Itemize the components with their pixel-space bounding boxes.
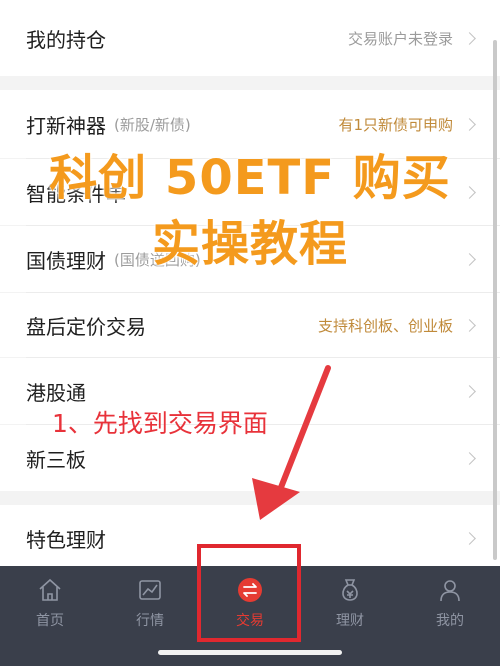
chevron-right-icon [463, 531, 476, 545]
login-status: 交易账户未登录 [347, 29, 453, 48]
menu-item-label: 新三板 [26, 447, 86, 472]
chevron-right-icon [463, 451, 476, 465]
chart-icon [139, 580, 161, 600]
step-annotation: 1、先找到交易界面 [52, 409, 268, 438]
menu-item-sub: (国债逆回购) [114, 250, 201, 269]
tab-profile[interactable]: 我的 [400, 566, 500, 666]
menu-item-label: 智能条件单 [26, 181, 126, 206]
menu-item-sub: (新股/新债) [114, 115, 191, 134]
chevron-right-icon [463, 31, 476, 45]
tab-label: 理财 [336, 613, 364, 629]
chevron-right-icon [463, 117, 476, 131]
scrollbar[interactable] [493, 40, 497, 560]
menu-item-treasury[interactable]: 国债理财 (国债逆回购) [0, 226, 500, 292]
menu-item-label: 特色理财 [26, 527, 106, 552]
chevron-right-icon [463, 185, 476, 199]
menu-item-ipo[interactable]: 打新神器 (新股/新债) 有1只新债可申购 [0, 90, 500, 158]
tab-home[interactable]: 首页 [0, 566, 100, 666]
tab-label: 行情 [136, 613, 164, 629]
holdings-label: 我的持仓 [26, 27, 106, 52]
chevron-right-icon [463, 384, 476, 398]
tab-label: 我的 [436, 613, 464, 629]
menu-item-label: 打新神器 [26, 113, 106, 138]
home-icon [39, 578, 61, 601]
new-bond-notice: 有1只新债可申购 [338, 115, 453, 134]
holdings-row[interactable]: 我的持仓 交易账户未登录 [0, 0, 500, 76]
chevron-right-icon [463, 252, 476, 266]
highlight-box [197, 544, 301, 642]
home-indicator[interactable] [158, 650, 342, 655]
chevron-right-icon [463, 318, 476, 332]
menu-item-conditional-order[interactable]: 智能条件单 [0, 159, 500, 225]
menu-item-label: 国债理财 [26, 248, 106, 273]
tab-label: 首页 [36, 613, 64, 629]
after-hours-notice: 支持科创板、创业板 [317, 316, 453, 335]
menu-item-label: 港股通 [26, 380, 86, 405]
money-bag-icon [342, 579, 358, 601]
menu-item-after-hours[interactable]: 盘后定价交易 支持科创板、创业板 [0, 293, 500, 357]
menu-item-label: 盘后定价交易 [26, 314, 146, 339]
user-icon [440, 580, 460, 602]
